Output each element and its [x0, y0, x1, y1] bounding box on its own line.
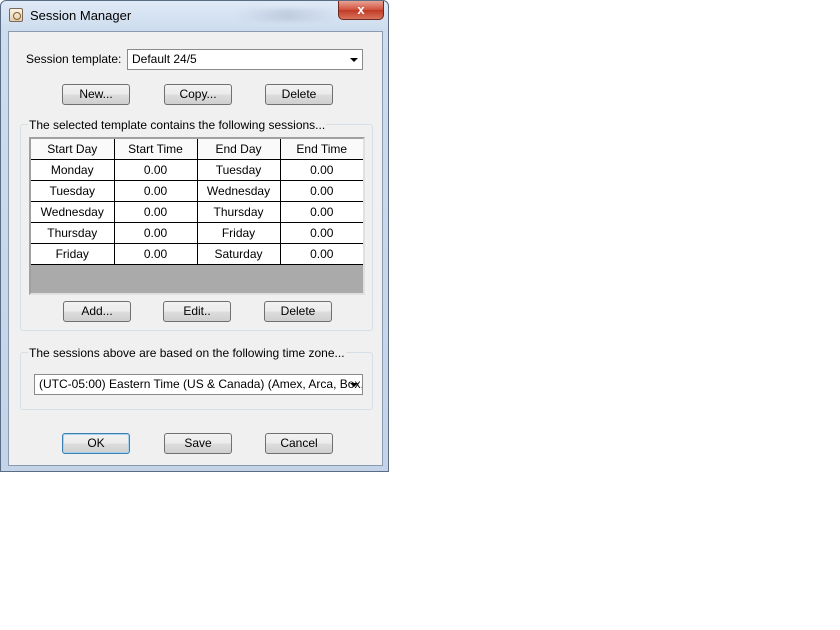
new-template-button[interactable]: New...: [62, 84, 130, 105]
chevron-down-icon: [350, 383, 358, 387]
column-header-end-day[interactable]: End Day: [197, 139, 281, 160]
cancel-button[interactable]: Cancel: [265, 433, 333, 454]
title-bar[interactable]: Session Manager x: [1, 1, 388, 31]
table-row[interactable]: Thursday 0.00 Friday 0.00: [31, 222, 363, 244]
cell-start-day[interactable]: Monday: [31, 159, 115, 181]
cell-start-time[interactable]: 0.00: [114, 180, 198, 202]
edit-session-button[interactable]: Edit..: [163, 301, 231, 322]
timezone-group-label: The sessions above are based on the foll…: [28, 346, 346, 360]
window-title: Session Manager: [30, 8, 132, 23]
cell-start-time[interactable]: 0.00: [114, 243, 198, 265]
cell-start-day[interactable]: Tuesday: [31, 180, 115, 202]
column-header-end-time[interactable]: End Time: [280, 139, 363, 160]
cell-start-day[interactable]: Friday: [31, 243, 115, 265]
sessions-table[interactable]: Start Day Start Time End Day End Time Mo…: [29, 137, 365, 295]
cell-end-day[interactable]: Thursday: [197, 201, 281, 223]
session-template-select[interactable]: Default 24/5: [127, 49, 363, 70]
ok-button[interactable]: OK: [62, 433, 130, 454]
session-template-value: Default 24/5: [132, 52, 197, 66]
cell-end-day[interactable]: Saturday: [197, 243, 281, 265]
cell-start-time[interactable]: 0.00: [114, 222, 198, 244]
copy-template-button[interactable]: Copy...: [164, 84, 232, 105]
table-row[interactable]: Tuesday 0.00 Wednesday 0.00: [31, 180, 363, 202]
dialog-body: Session template: Default 24/5 New... Co…: [8, 31, 383, 466]
cell-start-day[interactable]: Thursday: [31, 222, 115, 244]
close-icon: x: [357, 2, 365, 17]
title-bar-reflection: [237, 9, 337, 21]
delete-session-button[interactable]: Delete: [264, 301, 332, 322]
session-manager-window: Session Manager x Session template: Defa…: [0, 0, 389, 472]
timezone-value: (UTC-05:00) Eastern Time (US & Canada) (…: [39, 377, 363, 391]
cell-end-time[interactable]: 0.00: [280, 201, 363, 223]
save-button[interactable]: Save: [164, 433, 232, 454]
table-header-row: Start Day Start Time End Day End Time: [31, 139, 363, 160]
add-session-button[interactable]: Add...: [63, 301, 131, 322]
column-header-start-time[interactable]: Start Time: [114, 139, 198, 160]
table-row[interactable]: Wednesday 0.00 Thursday 0.00: [31, 201, 363, 223]
cell-end-time[interactable]: 0.00: [280, 159, 363, 181]
delete-template-button[interactable]: Delete: [265, 84, 333, 105]
cell-end-day[interactable]: Wednesday: [197, 180, 281, 202]
cell-end-time[interactable]: 0.00: [280, 222, 363, 244]
cell-start-time[interactable]: 0.00: [114, 201, 198, 223]
table-row[interactable]: Monday 0.00 Tuesday 0.00: [31, 159, 363, 181]
cell-end-time[interactable]: 0.00: [280, 180, 363, 202]
cell-start-day[interactable]: Wednesday: [31, 201, 115, 223]
cell-end-day[interactable]: Friday: [197, 222, 281, 244]
table-row[interactable]: Friday 0.00 Saturday 0.00: [31, 243, 363, 265]
session-template-label: Session template:: [26, 52, 122, 66]
cell-start-time[interactable]: 0.00: [114, 159, 198, 181]
cell-end-time[interactable]: 0.00: [280, 243, 363, 265]
timezone-select[interactable]: (UTC-05:00) Eastern Time (US & Canada) (…: [34, 374, 363, 395]
clock-icon: [9, 8, 23, 22]
sessions-group-label: The selected template contains the follo…: [28, 118, 327, 132]
cell-end-day[interactable]: Tuesday: [197, 159, 281, 181]
chevron-down-icon: [350, 58, 358, 62]
close-button[interactable]: x: [338, 1, 384, 20]
column-header-start-day[interactable]: Start Day: [31, 139, 115, 160]
